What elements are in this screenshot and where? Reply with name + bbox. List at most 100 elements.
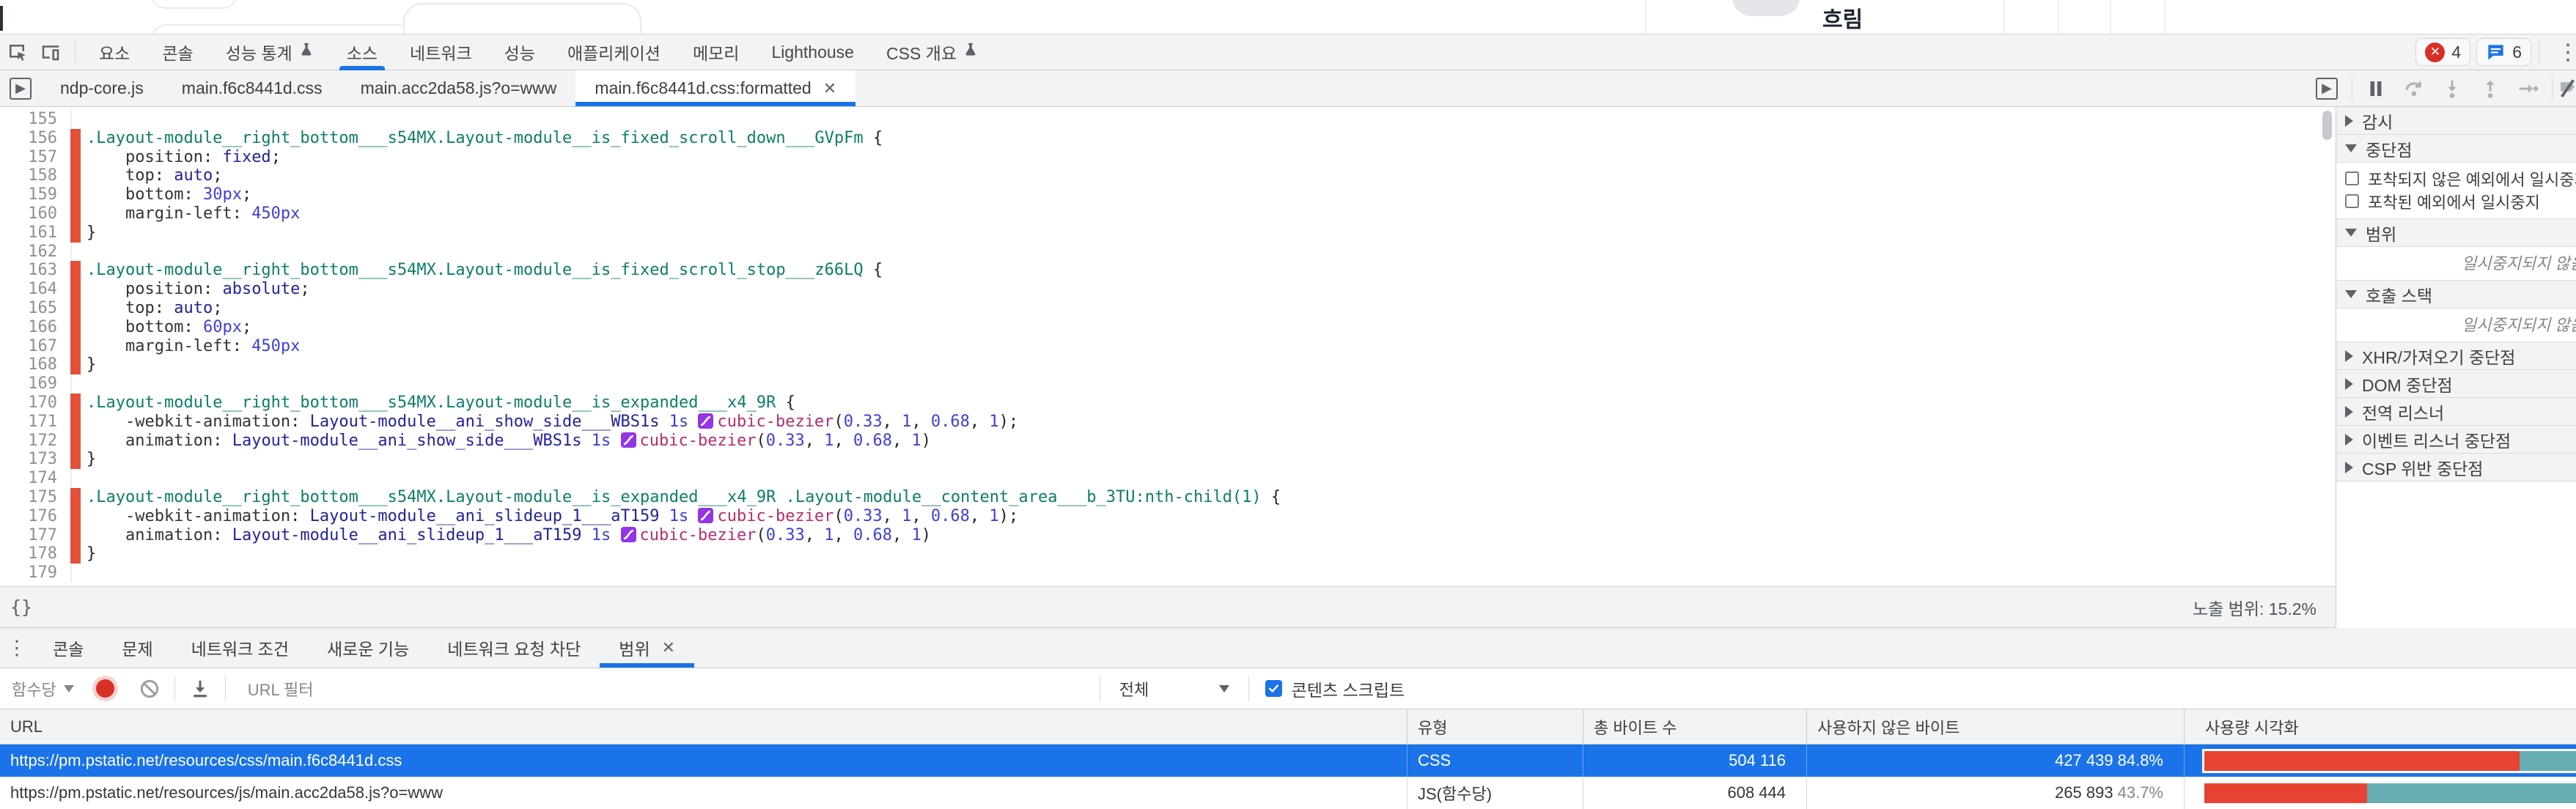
line-number[interactable]: 172 bbox=[0, 432, 70, 451]
close-icon[interactable]: ✕ bbox=[662, 638, 675, 657]
coverage-mode-select[interactable]: 함수당 bbox=[12, 677, 74, 701]
drawer-tab[interactable]: 문제 bbox=[103, 628, 172, 668]
file-tab[interactable]: ndp-core.js bbox=[41, 70, 163, 106]
sidebar-section-label: 호출 스택 bbox=[2366, 282, 2432, 307]
line-number[interactable]: 158 bbox=[0, 166, 70, 185]
line-number[interactable]: 175 bbox=[0, 488, 70, 507]
token-num: 1 bbox=[902, 507, 911, 525]
clear-coverage-icon[interactable] bbox=[133, 674, 166, 703]
show-navigator-icon[interactable]: ▶ bbox=[0, 70, 41, 106]
line-number[interactable]: 169 bbox=[0, 374, 70, 394]
url-filter-input[interactable]: URL 필터 bbox=[235, 669, 1091, 709]
panel-tab-lighthouse[interactable]: Lighthouse bbox=[755, 34, 870, 70]
sidebar-section-call-stack[interactable]: 호출 스택 bbox=[2336, 281, 2576, 309]
line-number[interactable]: 161 bbox=[0, 224, 70, 243]
line-number[interactable]: 177 bbox=[0, 526, 70, 545]
column-header-type[interactable]: 유형 bbox=[1407, 709, 1583, 744]
file-tab[interactable]: main.f6c8441d.css bbox=[163, 70, 342, 106]
token-num: 30px bbox=[203, 185, 242, 204]
sidebar-section-xhr-fetch-breakpoints[interactable]: XHR/가져오기 중단점 bbox=[2336, 342, 2576, 370]
bezier-curve-swatch-icon[interactable] bbox=[698, 413, 713, 429]
bezier-curve-swatch-icon[interactable] bbox=[698, 508, 713, 523]
coverage-table-row[interactable]: https://pm.pstatic.net/resources/js/main… bbox=[0, 777, 2576, 809]
pause-script-icon[interactable] bbox=[2357, 74, 2395, 103]
panel-tab-css-개요[interactable]: CSS 개요 bbox=[870, 34, 995, 70]
file-tab[interactable]: main.f6c8441d.css:formatted✕ bbox=[575, 70, 855, 106]
drawer-tab[interactable]: 새로운 기능 bbox=[308, 628, 428, 668]
line-number[interactable]: 160 bbox=[0, 204, 70, 224]
line-number[interactable]: 157 bbox=[0, 148, 70, 167]
code-line: 157 position: fixed; bbox=[0, 148, 2336, 167]
sidebar-section-global-listeners[interactable]: 전역 리스너 bbox=[2336, 398, 2576, 426]
error-count-badge[interactable]: ✕ 4 bbox=[2415, 38, 2470, 66]
line-number[interactable]: 168 bbox=[0, 355, 70, 374]
sources-content: 155156.Layout-module__right_bottom___s54… bbox=[0, 107, 2576, 628]
sidebar-section-scope[interactable]: 범위 bbox=[2336, 219, 2576, 247]
sidebar-section-event-listener-breakpoints[interactable]: 이벤트 리스너 중단점 bbox=[2336, 426, 2576, 454]
line-number[interactable]: 176 bbox=[0, 507, 70, 526]
line-number[interactable]: 164 bbox=[0, 280, 70, 299]
line-number[interactable]: 155 bbox=[0, 110, 70, 129]
code-area[interactable]: 155156.Layout-module__right_bottom___s54… bbox=[0, 107, 2336, 586]
step-into-icon[interactable] bbox=[2433, 74, 2471, 103]
customize-devtools-icon[interactable]: ⋮ bbox=[2557, 40, 2572, 65]
line-number[interactable]: 156 bbox=[0, 129, 70, 148]
drawer-menu-icon[interactable]: ⋮ bbox=[0, 637, 34, 660]
panel-tab-네트워크[interactable]: 네트워크 bbox=[394, 34, 488, 70]
column-header-unused-bytes[interactable]: 사용하지 않은 바이트 bbox=[1807, 709, 2185, 744]
step-over-icon[interactable] bbox=[2395, 74, 2433, 103]
editor-scrollbar[interactable] bbox=[2322, 111, 2332, 140]
sidebar-section-breakpoints[interactable]: 중단점 bbox=[2336, 135, 2576, 163]
panel-tab-콘솔[interactable]: 콘솔 bbox=[146, 34, 209, 70]
record-coverage-button[interactable] bbox=[96, 679, 114, 698]
line-number[interactable]: 171 bbox=[0, 413, 70, 432]
content-scripts-checkbox[interactable] bbox=[1265, 680, 1282, 697]
bezier-curve-swatch-icon[interactable] bbox=[621, 527, 636, 542]
line-number[interactable]: 165 bbox=[0, 299, 70, 318]
column-header-url[interactable]: URL bbox=[0, 709, 1407, 744]
panel-tab-성능[interactable]: 성능 bbox=[488, 34, 551, 70]
panel-tab-애플리케이션[interactable]: 애플리케이션 bbox=[551, 34, 677, 70]
token-num: 1 bbox=[824, 526, 833, 544]
step-icon[interactable] bbox=[2509, 74, 2547, 103]
token-pun bbox=[87, 413, 125, 431]
checkbox[interactable] bbox=[2345, 194, 2359, 208]
checkbox[interactable] bbox=[2345, 171, 2359, 185]
drawer-tab[interactable]: 네트워크 조건 bbox=[172, 628, 308, 668]
device-toolbar-icon[interactable] bbox=[34, 37, 67, 67]
export-coverage-icon[interactable] bbox=[184, 674, 216, 703]
drawer-tab[interactable]: 네트워크 요청 차단 bbox=[428, 628, 600, 668]
line-number[interactable]: 178 bbox=[0, 544, 70, 564]
column-header-usage-visualization[interactable]: 사용량 시각화 bbox=[2185, 709, 2576, 744]
line-number[interactable]: 179 bbox=[0, 564, 70, 583]
panel-tab-소스[interactable]: 소스 bbox=[331, 34, 394, 70]
show-debugger-panel-icon[interactable]: ▶ bbox=[2306, 70, 2347, 106]
sidebar-section-dom-breakpoints[interactable]: DOM 중단점 bbox=[2336, 370, 2576, 398]
line-number[interactable]: 173 bbox=[0, 450, 70, 469]
line-number[interactable]: 170 bbox=[0, 394, 70, 413]
line-number[interactable]: 174 bbox=[0, 469, 70, 488]
deactivate-breakpoints-icon[interactable] bbox=[2557, 74, 2576, 103]
inspect-element-icon[interactable] bbox=[0, 37, 34, 67]
type-filter-select[interactable]: 전체 bbox=[1119, 677, 1229, 701]
line-number[interactable]: 162 bbox=[0, 243, 70, 262]
coverage-table-row[interactable]: https://pm.pstatic.net/resources/css/mai… bbox=[0, 745, 2576, 777]
panel-tab-메모리[interactable]: 메모리 bbox=[677, 34, 755, 70]
panel-tab-성능-통계[interactable]: 성능 통계 bbox=[210, 34, 331, 70]
line-number[interactable]: 159 bbox=[0, 185, 70, 204]
drawer-tab[interactable]: 범위✕ bbox=[600, 628, 694, 668]
close-icon[interactable]: ✕ bbox=[823, 79, 836, 98]
step-out-icon[interactable] bbox=[2471, 74, 2509, 103]
file-tab[interactable]: main.acc2da58.js?o=www bbox=[342, 70, 576, 106]
sidebar-section-csp-violation-breakpoints[interactable]: CSP 위반 중단점 bbox=[2336, 454, 2576, 481]
pretty-print-icon[interactable]: {} bbox=[10, 596, 32, 618]
bezier-curve-swatch-icon[interactable] bbox=[621, 432, 636, 448]
issues-count-badge[interactable]: 6 bbox=[2476, 38, 2531, 66]
line-number[interactable]: 166 bbox=[0, 318, 70, 337]
panel-tab-요소[interactable]: 요소 bbox=[83, 34, 146, 70]
line-number[interactable]: 167 bbox=[0, 337, 70, 356]
drawer-tab[interactable]: 콘솔 bbox=[34, 628, 103, 668]
column-header-total-bytes[interactable]: 총 바이트 수 bbox=[1583, 709, 1807, 744]
line-number[interactable]: 163 bbox=[0, 261, 70, 280]
sidebar-section-watch[interactable]: 감시 bbox=[2336, 107, 2576, 135]
